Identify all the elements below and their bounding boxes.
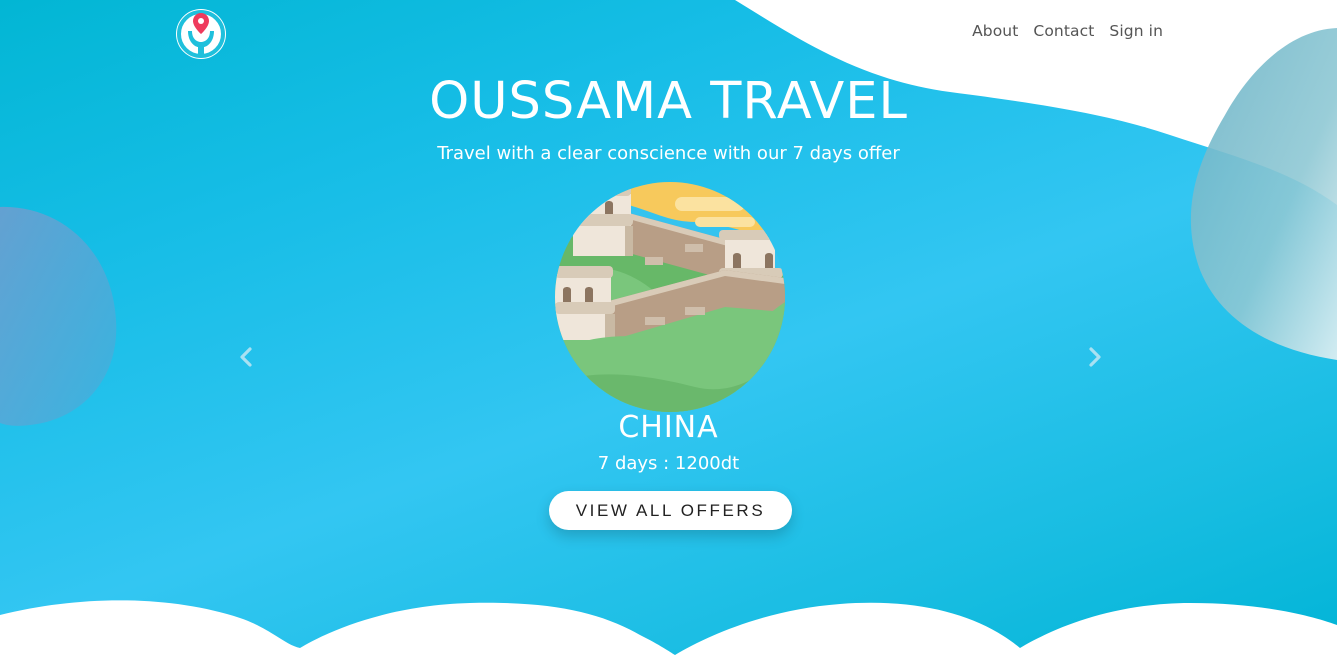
destination-title: CHINA <box>618 410 719 445</box>
nav-about-link[interactable]: About <box>972 22 1018 40</box>
page-title: OUSSAMA TRAVEL <box>429 72 908 131</box>
view-all-offers-button[interactable]: VIEW ALL OFFERS <box>549 491 792 530</box>
map-pin-logo-icon[interactable] <box>174 7 228 61</box>
nav-sign-in-link[interactable]: Sign in <box>1109 22 1163 40</box>
nav-contact-link[interactable]: Contact <box>1033 22 1094 40</box>
offer-price: 7 days : 1200dt <box>597 453 740 474</box>
great-wall-illustration <box>555 182 785 412</box>
top-nav: About Contact Sign in <box>972 22 1163 40</box>
page-subtitle: Travel with a clear conscience with our … <box>437 143 900 164</box>
chevron-right-icon[interactable] <box>1083 344 1107 370</box>
chevron-left-icon[interactable] <box>234 344 258 370</box>
hero-section: About Contact Sign in OUSSAMA TRAVEL Tra… <box>0 0 1337 665</box>
